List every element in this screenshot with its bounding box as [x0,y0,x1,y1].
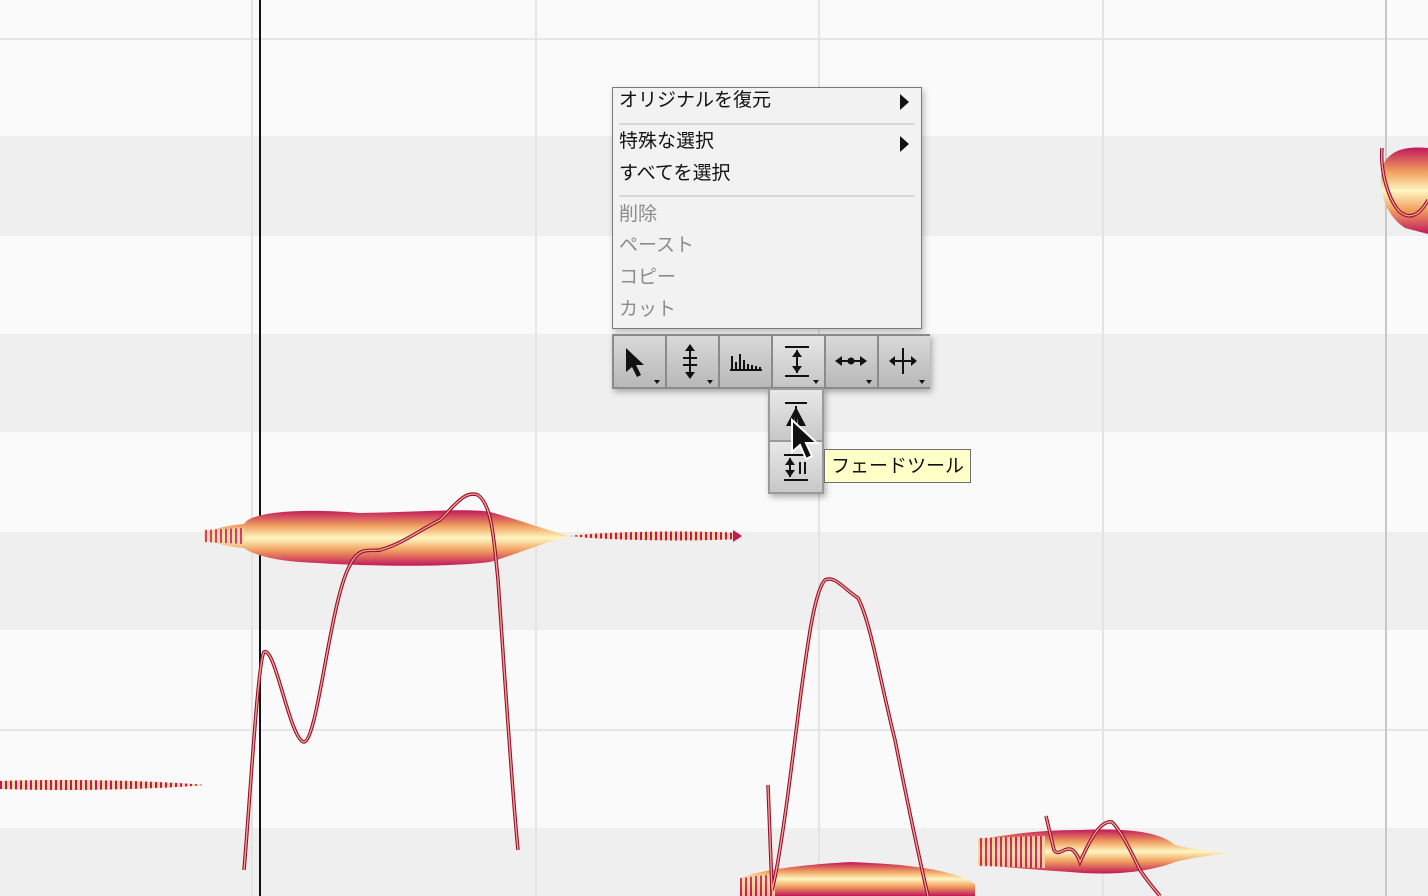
menu-separator [619,123,915,125]
arrow-pointer-icon [626,348,660,384]
formant-tool-button[interactable] [720,336,771,387]
main-tool-button[interactable] [614,336,665,387]
tooltip: フェードツール [824,449,972,483]
mouse-cursor-icon [791,418,820,461]
pitch-tool-icon [683,344,713,384]
menu-item-paste[interactable]: ペースト [619,230,694,257]
separation-tool-button[interactable] [879,336,930,387]
amplitude-tool-button[interactable] [773,336,824,387]
menu-item-cut[interactable]: カット [619,294,676,321]
submenu-arrow-icon [900,94,909,110]
time-tool-icon [835,356,872,384]
menu-item-restore-original[interactable]: オリジナルを復元 [619,88,771,112]
submenu-arrow-icon [900,136,909,152]
context-menu: オリジナルを復元 特殊な選択 すべてを選択 削除 ペースト コピー カット [612,87,922,329]
time-tool-button[interactable] [826,336,877,387]
menu-item-delete[interactable]: 削除 [619,199,657,226]
menu-item-copy[interactable]: コピー [619,262,676,289]
amplitude-tool-icon [785,346,819,384]
menu-item-special-selection[interactable]: 特殊な選択 [619,126,714,153]
separation-tool-icon [889,348,925,384]
formant-tool-icon [730,354,762,371]
pitch-tool-button[interactable] [667,336,718,387]
menu-item-select-all[interactable]: すべてを選択 [619,158,731,185]
tool-palette [612,334,930,389]
menu-separator [619,195,915,197]
